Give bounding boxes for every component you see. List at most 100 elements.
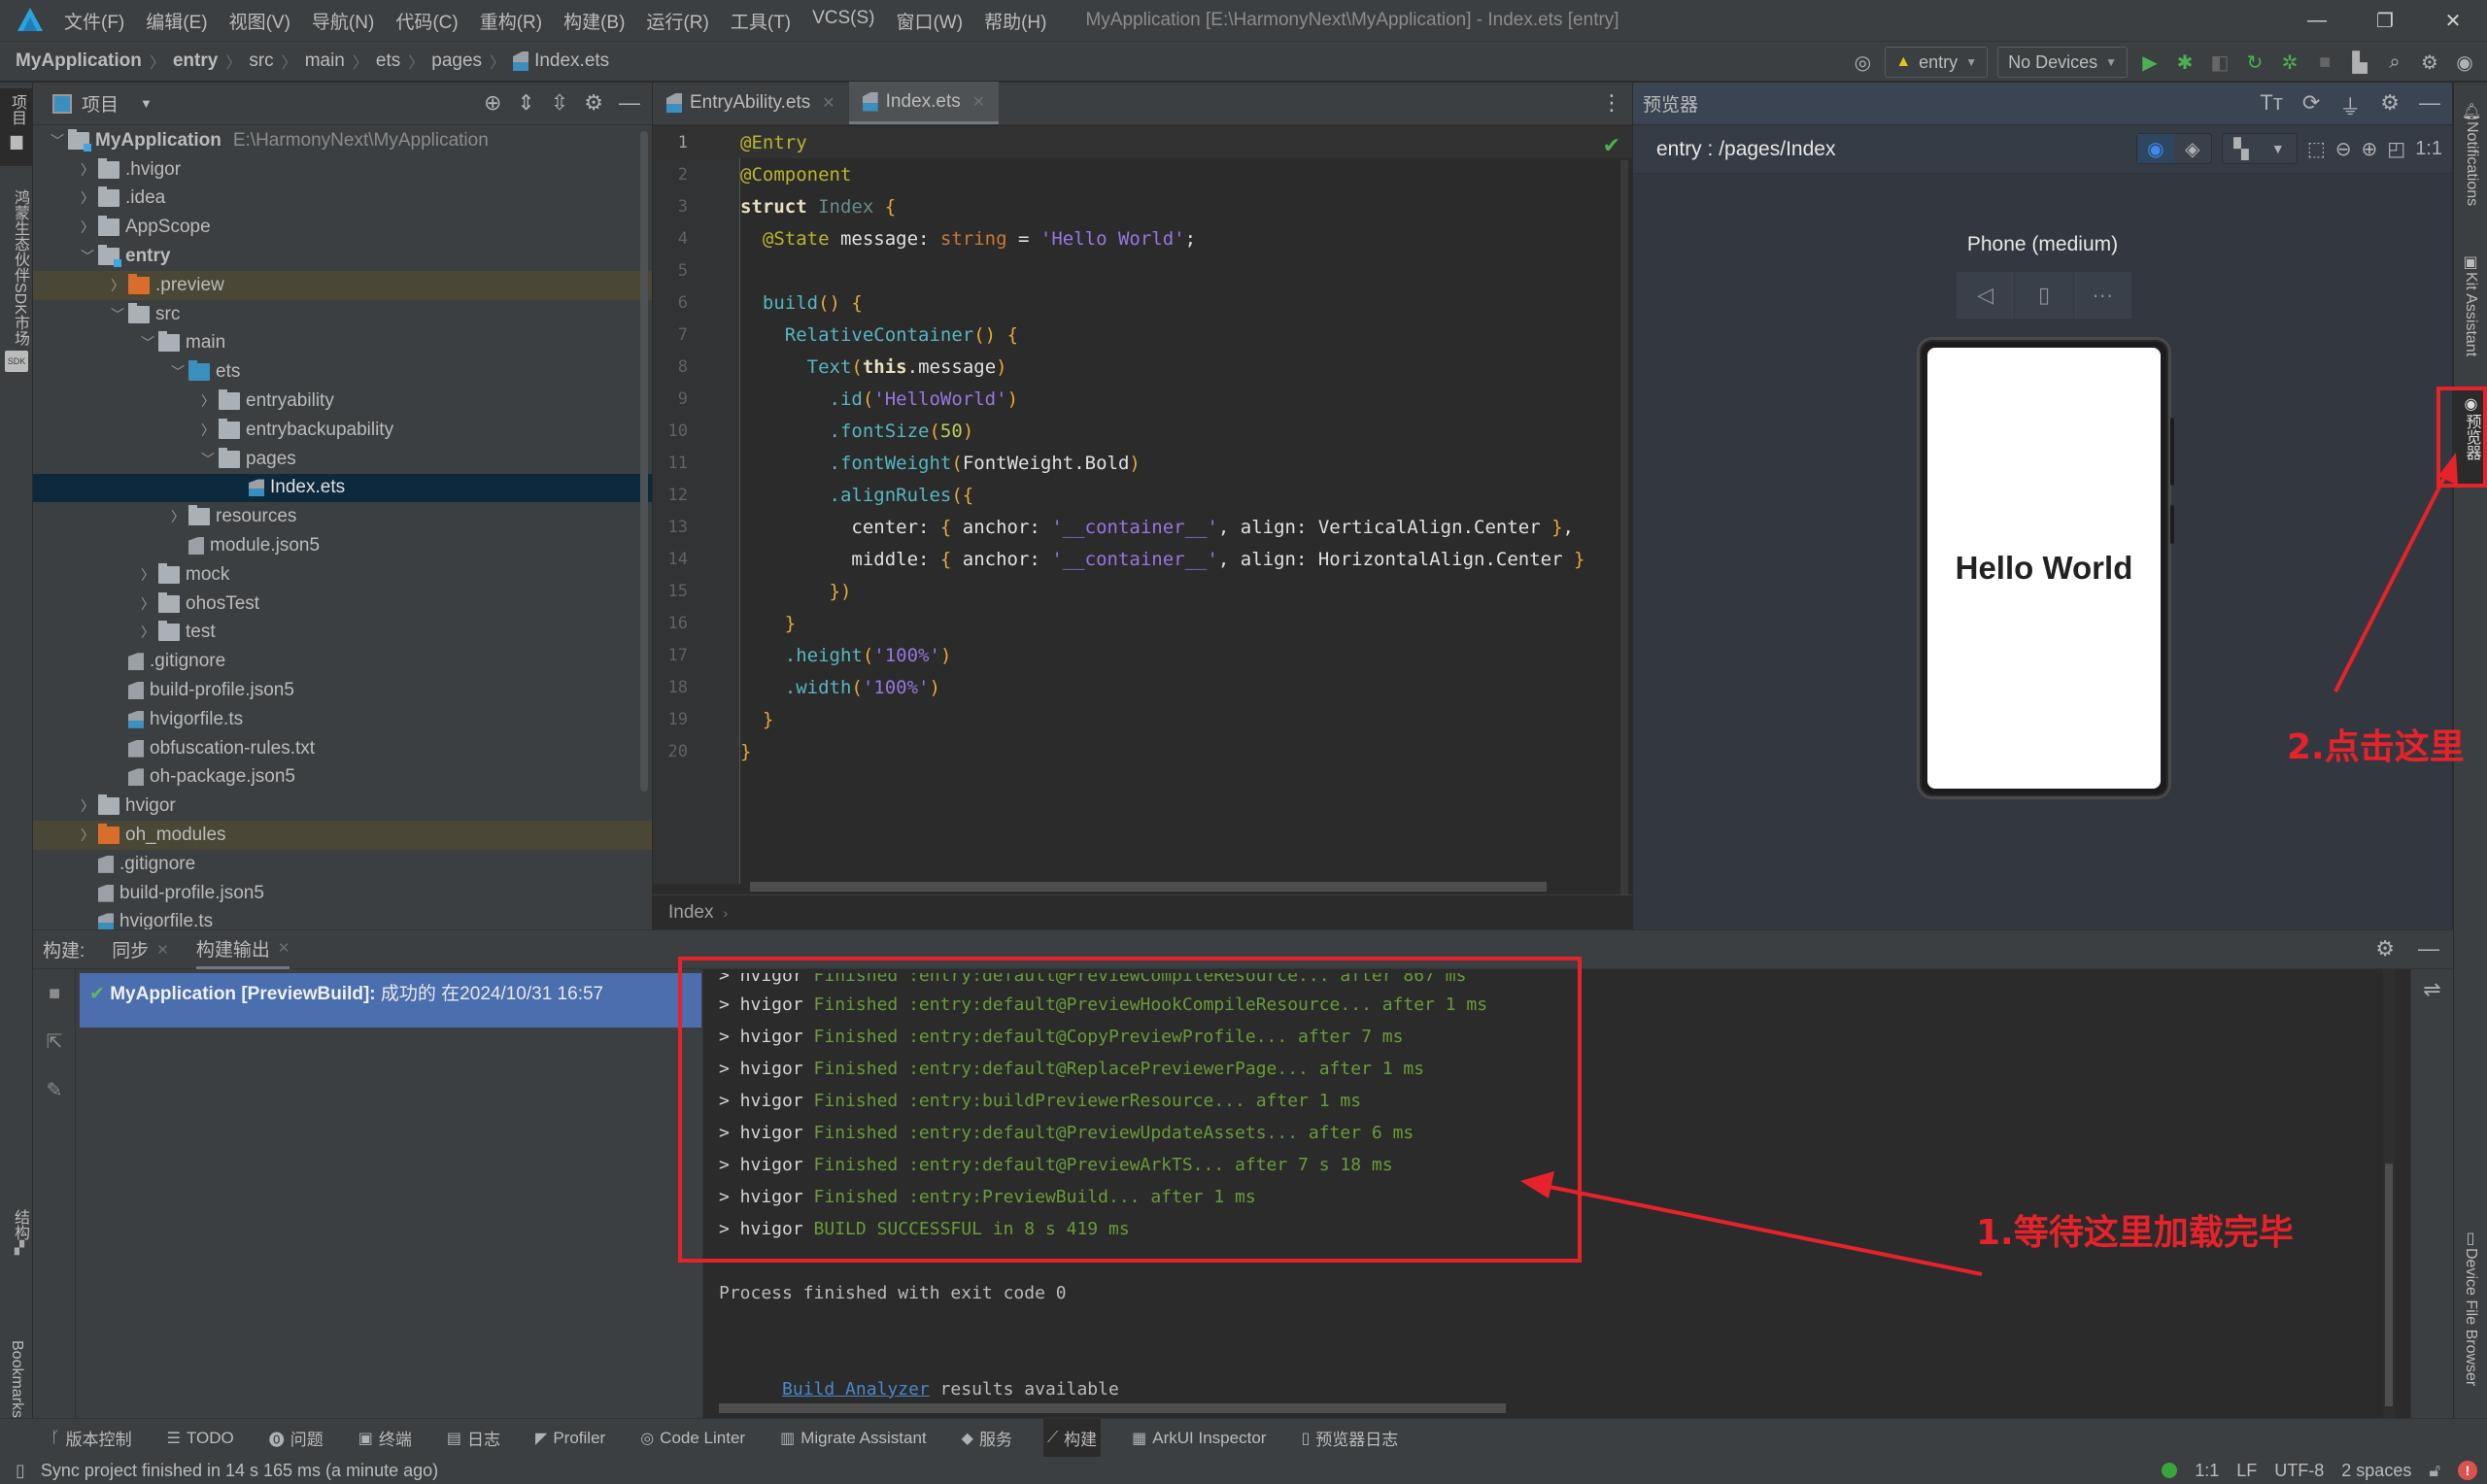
menu-item[interactable]: 工具(T)	[731, 8, 791, 34]
tree-item[interactable]: obfuscation-rules.txt	[33, 734, 652, 763]
account-icon[interactable]: ◉	[2452, 50, 2477, 75]
breadcrumb-item[interactable]: src	[249, 51, 273, 72]
chevron-down-icon[interactable]: ﹀	[47, 131, 68, 151]
zoom-in-icon[interactable]: ⊕	[2362, 137, 2378, 161]
device-file-browser-tool-button[interactable]: ▯ Device File Browser	[2462, 1229, 2479, 1386]
hide-panel-icon[interactable]: —	[2418, 936, 2439, 961]
restore-button[interactable]: ❐	[2351, 0, 2419, 41]
chevron-down-icon[interactable]: ﹀	[77, 247, 98, 266]
menu-item[interactable]: 窗口(W)	[896, 8, 963, 34]
settings-gear-icon[interactable]: ⚙	[2375, 936, 2395, 961]
editor-horizontal-scrollbar[interactable]	[750, 882, 1547, 892]
zoom-out-icon[interactable]: ⊖	[2335, 137, 2352, 161]
tool-window-button[interactable]: ▤ 日志	[443, 1419, 504, 1458]
sdk-market-tool-button[interactable]: 鸿蒙生态伙伴SDK市场	[8, 189, 31, 352]
tree-item[interactable]: hvigorfile.ts	[33, 908, 652, 929]
chevron-right-icon[interactable]: 〉	[197, 391, 219, 411]
editor-breadcrumb-item[interactable]: Index	[668, 902, 713, 924]
stop-build-icon[interactable]: ■	[33, 969, 76, 1018]
code-line[interactable]: 10 .fontSize(50)	[653, 415, 1632, 447]
build-result-row[interactable]: ✔ MyApplication [PreviewBuild]: 成功的 在202…	[80, 973, 701, 1028]
tool-window-button[interactable]: ▯ 预览器日志	[1297, 1419, 1402, 1458]
file-encoding[interactable]: UTF-8	[2274, 1461, 2324, 1481]
phone-screen[interactable]: Hello World	[1927, 348, 2161, 789]
status-ok-indicator-icon[interactable]	[2162, 1463, 2178, 1478]
chevron-down-icon[interactable]: ﹀	[107, 305, 128, 324]
menu-item[interactable]: 构建(B)	[563, 8, 625, 34]
menu-item[interactable]: 运行(R)	[646, 8, 708, 34]
attach-debugger-icon[interactable]: ◧	[2207, 50, 2232, 75]
debug-icon[interactable]: ✱	[2172, 50, 2197, 75]
code-line[interactable]: 20}	[653, 735, 1632, 767]
editor-tab[interactable]: Index.ets ✕	[848, 82, 1000, 124]
hide-panel-icon[interactable]: —	[619, 90, 640, 116]
back-icon[interactable]: ◁	[1957, 272, 2016, 319]
tree-item[interactable]: .gitignore	[33, 850, 652, 879]
tool-window-button[interactable]: ▣ 终端	[355, 1419, 416, 1458]
code-line[interactable]: 12 .alignRules({	[653, 479, 1632, 511]
tool-window-button[interactable]: ▦ ArkUI Inspector	[1128, 1419, 1270, 1458]
line-separator[interactable]: LF	[2236, 1461, 2257, 1481]
tree-item[interactable]: module.json5	[33, 531, 652, 560]
code-line[interactable]: 3 struct Index {	[653, 190, 1632, 222]
chevron-right-icon[interactable]: 〉	[167, 507, 188, 526]
menu-item[interactable]: 重构(R)	[480, 8, 542, 34]
code-line[interactable]: 9 .id('HelloWorld')	[653, 383, 1632, 415]
code-line[interactable]: 8 Text(this.message)	[653, 351, 1632, 383]
tree-item[interactable]: ﹀ pages	[33, 445, 652, 474]
chevron-down-icon[interactable]: ﹀	[167, 362, 188, 382]
code-line[interactable]: 5	[653, 254, 1632, 287]
code-line[interactable]: 7 RelativeContainer() {	[653, 319, 1632, 351]
font-size-icon[interactable]: Tт	[2260, 90, 2283, 121]
layers-icon[interactable]: ◈	[2174, 134, 2211, 163]
chevron-right-icon[interactable]: 〉	[77, 796, 98, 816]
tree-item[interactable]: 〉 test	[33, 619, 652, 648]
tree-item[interactable]: ﹀ ets	[33, 357, 652, 387]
build-tab[interactable]: 同步 ✕	[112, 930, 169, 969]
status-message[interactable]: Sync project finished in 14 s 165 ms (a …	[41, 1461, 438, 1481]
code-line[interactable]: 15 })	[653, 575, 1632, 607]
tree-item[interactable]: 〉 mock	[33, 560, 652, 590]
plug-icon[interactable]: ⏚	[2339, 90, 2361, 121]
code-line[interactable]: 14 middle: { anchor: '__container__', al…	[653, 543, 1632, 575]
caret-position[interactable]: 1:1	[2195, 1461, 2219, 1481]
code-line[interactable]: 17 .height('100%')	[653, 639, 1632, 671]
breadcrumb-item[interactable]: pages	[431, 51, 482, 72]
chevron-down-icon[interactable]: ▼	[140, 96, 153, 111]
apply-changes-icon[interactable]: ↻	[2242, 50, 2267, 75]
structure-tool-button[interactable]: 结构 ▞	[8, 1209, 31, 1256]
code-line[interactable]: 18 .width('100%')	[653, 671, 1632, 703]
unlock-icon[interactable]: 🔓︎	[2429, 1461, 2440, 1481]
more-options-icon[interactable]: ⋮	[1601, 90, 1622, 116]
menu-item[interactable]: 帮助(H)	[984, 8, 1046, 34]
settings-gear-icon[interactable]: ⚙	[584, 90, 603, 116]
module-select[interactable]: ▲ entry ▼	[1885, 47, 1989, 78]
profile-icon[interactable]: ✲	[2277, 50, 2302, 75]
more-icon[interactable]: ···	[2074, 272, 2131, 319]
close-button[interactable]: ✕	[2419, 0, 2487, 41]
inspector-toggle-icon[interactable]: ◉	[2136, 134, 2174, 163]
breadcrumb-item[interactable]: Index.ets	[513, 51, 609, 72]
pin-icon[interactable]: ✎	[33, 1066, 76, 1115]
device-manager-icon[interactable]: ▙	[2347, 50, 2372, 75]
menu-item[interactable]: 导航(N)	[312, 8, 374, 34]
tool-window-button[interactable]: ☰ TODO	[163, 1419, 238, 1458]
breadcrumb-item[interactable]: ets	[376, 51, 400, 72]
error-indicator-icon[interactable]: !	[2458, 1461, 2477, 1480]
tree-item[interactable]: 〉 entrybackupability	[33, 416, 652, 445]
multi-device-icon[interactable]: ▚	[2223, 134, 2260, 163]
tree-item[interactable]: 〉 .hvigor	[33, 155, 652, 185]
editor-tab[interactable]: EntryAbility.ets ✕	[653, 82, 849, 124]
device-select[interactable]: No Devices ▼	[1997, 47, 2128, 78]
tree-item[interactable]: oh-package.json5	[33, 763, 652, 793]
menu-item[interactable]: VCS(S)	[812, 8, 874, 34]
hide-panel-icon[interactable]: —	[2419, 90, 2440, 121]
target-icon[interactable]: ◎	[1850, 50, 1875, 75]
locate-file-icon[interactable]: ⊕	[484, 90, 501, 116]
tool-window-button[interactable]: ◆ 服务	[958, 1419, 1016, 1458]
tree-item[interactable]: .gitignore	[33, 647, 652, 676]
chevron-right-icon[interactable]: 〉	[77, 218, 98, 237]
breadcrumb-item[interactable]: entry	[173, 51, 218, 72]
code-line[interactable]: 4 @State message: string = 'Hello World'…	[653, 222, 1632, 254]
chevron-right-icon[interactable]: 〉	[77, 160, 98, 180]
